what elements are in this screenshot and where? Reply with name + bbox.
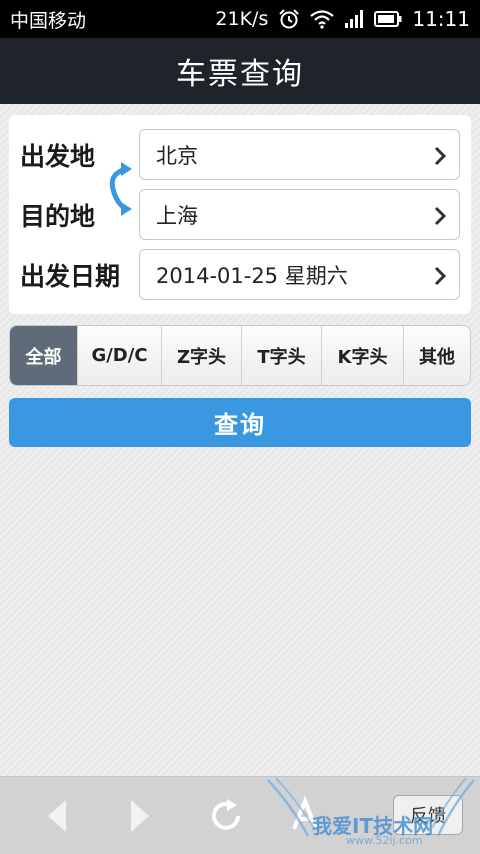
- tab-k[interactable]: K字头: [322, 326, 404, 385]
- tab-t[interactable]: T字头: [242, 326, 322, 385]
- title-bar: 车票查询: [0, 38, 480, 104]
- wifi-icon: [310, 10, 335, 29]
- back-icon[interactable]: [44, 797, 70, 835]
- carrier-name: 中国移动: [10, 9, 87, 32]
- train-type-filter: 全部 G/D/C Z字头 T字头 K字头 其他: [9, 325, 471, 386]
- status-bar: 中国移动 21K/s 11:11: [0, 0, 480, 38]
- chevron-right-icon: [434, 206, 447, 226]
- destination-field[interactable]: 上海: [139, 189, 460, 240]
- tab-z[interactable]: Z字头: [162, 326, 242, 385]
- route-form: 出发地 目的地 出发日期 北京 上海 2014-01-25 星期六: [9, 115, 471, 314]
- destination-label: 目的地: [20, 202, 96, 231]
- date-value: 2014-01-25 星期六: [156, 263, 348, 288]
- alarm-icon: [279, 9, 300, 29]
- date-label: 出发日期: [20, 262, 121, 291]
- refresh-icon[interactable]: [207, 797, 245, 835]
- clock-time: 11:11: [412, 7, 470, 31]
- date-field[interactable]: 2014-01-25 星期六: [139, 249, 460, 300]
- forward-icon[interactable]: [127, 797, 153, 835]
- feedback-button[interactable]: 反馈: [393, 795, 463, 835]
- departure-value: 北京: [156, 143, 198, 168]
- signal-icon: [345, 10, 364, 28]
- departure-label: 出发地: [20, 142, 96, 171]
- browser-toolbar: 反馈: [0, 776, 480, 854]
- status-icons: 21K/s 11:11: [215, 7, 470, 31]
- destination-value: 上海: [156, 203, 198, 228]
- chevron-right-icon: [434, 266, 447, 286]
- chevron-right-icon: [434, 146, 447, 166]
- swap-stations-icon[interactable]: [101, 159, 137, 219]
- tab-all[interactable]: 全部: [10, 326, 78, 385]
- query-button[interactable]: 查询: [9, 398, 471, 447]
- tab-gdc[interactable]: G/D/C: [78, 326, 162, 385]
- departure-field[interactable]: 北京: [139, 129, 460, 180]
- tab-other[interactable]: 其他: [404, 326, 470, 385]
- font-size-icon[interactable]: [290, 795, 330, 835]
- page-title: 车票查询: [176, 57, 304, 92]
- network-speed: 21K/s: [215, 8, 269, 30]
- battery-icon: [374, 11, 402, 27]
